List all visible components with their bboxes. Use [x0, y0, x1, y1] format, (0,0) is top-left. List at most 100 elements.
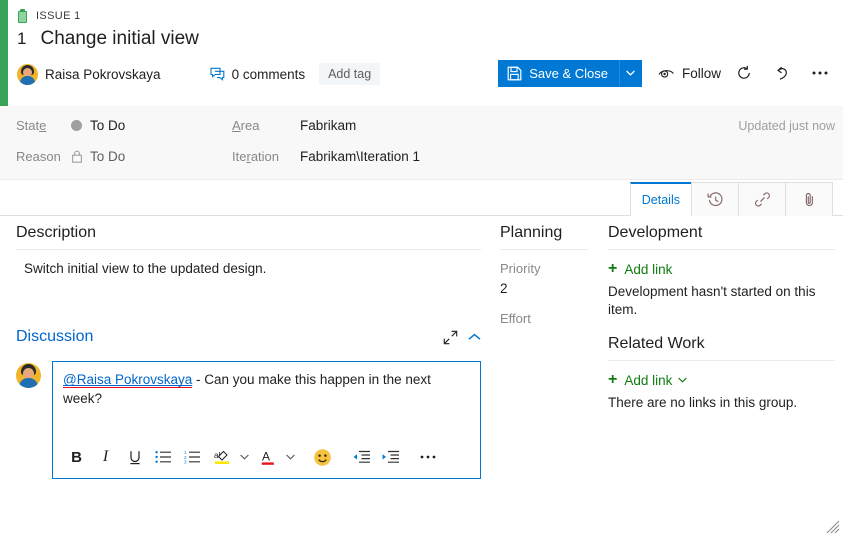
discussion-header-icons: [443, 330, 481, 351]
work-item-tabs: Details: [629, 182, 833, 216]
tab-links[interactable]: [738, 182, 786, 216]
highlight-color-icon[interactable]: ab: [208, 442, 235, 472]
effort-value[interactable]: [500, 331, 588, 347]
description-heading: Description: [16, 224, 97, 241]
undo-button[interactable]: [767, 59, 797, 87]
details-left-column: Description Switch initial view to the u…: [16, 224, 481, 479]
field-reason-label: Reason: [16, 148, 61, 164]
highlight-color-dropdown[interactable]: [237, 442, 252, 472]
more-options-button[interactable]: [805, 59, 835, 87]
bulleted-list-icon[interactable]: [150, 442, 177, 472]
refresh-button[interactable]: [729, 59, 759, 87]
numbered-list-icon[interactable]: 1 2 3: [179, 442, 206, 472]
discussion-heading[interactable]: Discussion: [16, 328, 93, 353]
resize-grip-icon[interactable]: [826, 520, 840, 534]
save-options-dropdown-button[interactable]: [618, 59, 642, 87]
comments-count-button[interactable]: 0 comments: [210, 66, 306, 82]
priority-label: Priority: [500, 261, 541, 276]
development-add-link-label: Add link: [624, 261, 673, 277]
font-color-icon[interactable]: A: [254, 442, 281, 472]
undo-icon: [777, 66, 787, 80]
planning-heading: Planning: [500, 224, 563, 241]
decrease-indent-icon[interactable]: [347, 442, 374, 472]
comments-count-label: 0 comments: [231, 66, 306, 82]
tab-history[interactable]: [691, 182, 739, 216]
planning-divider: [500, 249, 588, 250]
work-item-header: ISSUE 1 1 Change initial view Raisa Pokr…: [8, 0, 843, 106]
rich-text-toolbar: B I 1 2 3 ab A: [53, 436, 480, 478]
tab-details[interactable]: Details: [629, 182, 692, 216]
field-iteration-label: Iteration: [232, 148, 280, 164]
font-color-dropdown[interactable]: [283, 442, 298, 472]
tab-details-label: Details: [641, 193, 680, 207]
description-divider: [16, 249, 481, 250]
save-disk-icon: [507, 66, 522, 81]
attachment-paperclip-icon: [805, 192, 813, 207]
add-tag-button[interactable]: Add tag: [319, 63, 381, 85]
field-area-value: Fabrikam: [300, 117, 357, 133]
increase-indent-icon[interactable]: [376, 442, 403, 472]
state-dot-icon: [71, 119, 82, 131]
follow-button[interactable]: Follow: [658, 66, 721, 81]
chevron-down-icon: [286, 454, 295, 460]
comment-text[interactable]: @Raisa Pokrovskaya - Can you make this h…: [53, 362, 480, 409]
description-text[interactable]: Switch initial view to the updated desig…: [16, 261, 481, 276]
field-iteration[interactable]: Iteration Fabrikam\Iteration 1: [232, 143, 420, 169]
related-work-empty-note: There are no links in this group.: [608, 395, 798, 411]
related-work-add-link-button[interactable]: + Add link: [608, 372, 835, 388]
avatar[interactable]: [16, 363, 41, 388]
development-empty-note: Development hasn't started on this item.: [608, 284, 816, 318]
comment-bubble-icon: [210, 67, 225, 81]
emoji-icon[interactable]: [309, 442, 336, 472]
tab-attachments[interactable]: [785, 182, 833, 216]
work-item-body: Description Switch initial view to the u…: [0, 216, 843, 537]
field-state-value-wrap: To Do: [71, 118, 125, 133]
avatar[interactable]: [17, 63, 38, 85]
field-state-label: State: [16, 117, 47, 133]
work-item-title[interactable]: Change initial view: [40, 28, 198, 50]
chevron-down-icon: [626, 70, 636, 76]
italic-icon[interactable]: I: [92, 442, 119, 472]
discussion-expand-button[interactable]: [443, 330, 458, 345]
refresh-icon: [738, 65, 750, 79]
history-clock-icon: [707, 192, 722, 207]
plus-icon: +: [608, 260, 618, 277]
work-item-type-row: ISSUE 1: [8, 0, 843, 26]
more-ellipsis-icon[interactable]: [414, 442, 441, 472]
effort-label: Effort: [500, 311, 531, 326]
development-add-link-button[interactable]: + Add link: [608, 261, 835, 277]
mention-token[interactable]: @Raisa Pokrovskaya: [63, 372, 193, 388]
work-item-title-row: 1 Change initial view: [8, 28, 843, 50]
related-work-divider: [608, 360, 835, 362]
svg-text:A: A: [262, 449, 270, 463]
eye-icon: [658, 67, 675, 80]
header-action-toolbar: Save & Close Follow: [498, 59, 835, 87]
discussion-header-row: Discussion: [16, 328, 481, 353]
updated-timestamp: Updated just now: [738, 119, 835, 133]
comment-rich-text-editor[interactable]: @Raisa Pokrovskaya - Can you make this h…: [52, 361, 481, 479]
chevron-down-icon: [240, 454, 249, 460]
field-state[interactable]: State To Do: [16, 112, 125, 138]
discussion-collapse-button[interactable]: [468, 333, 481, 342]
planning-column: Planning Priority 2 Effort: [500, 224, 588, 361]
development-divider: [608, 249, 835, 250]
follow-label: Follow: [681, 65, 721, 81]
priority-value[interactable]: 2: [500, 281, 588, 297]
save-and-close-button[interactable]: Save & Close: [498, 59, 619, 87]
field-reason-value: To Do: [90, 148, 126, 164]
field-area[interactable]: Area Fabrikam: [232, 112, 356, 138]
more-ellipsis-icon: [812, 71, 828, 75]
plus-icon: +: [608, 371, 618, 389]
assigned-to-name[interactable]: Raisa Pokrovskaya: [45, 67, 161, 82]
work-item-field-strip: [0, 106, 843, 180]
field-iteration-value: Fabrikam\Iteration 1: [300, 148, 421, 164]
underline-icon[interactable]: [121, 442, 148, 472]
link-icon: [754, 192, 770, 207]
lock-icon: [71, 150, 83, 163]
development-heading: Development: [608, 224, 703, 241]
work-item-type-label: ISSUE 1: [36, 9, 81, 22]
planning-fields: Priority 2 Effort: [500, 261, 588, 347]
bold-icon[interactable]: B: [63, 442, 90, 472]
field-state-value: To Do: [90, 117, 126, 133]
expand-diagonal-icon: [443, 330, 458, 345]
